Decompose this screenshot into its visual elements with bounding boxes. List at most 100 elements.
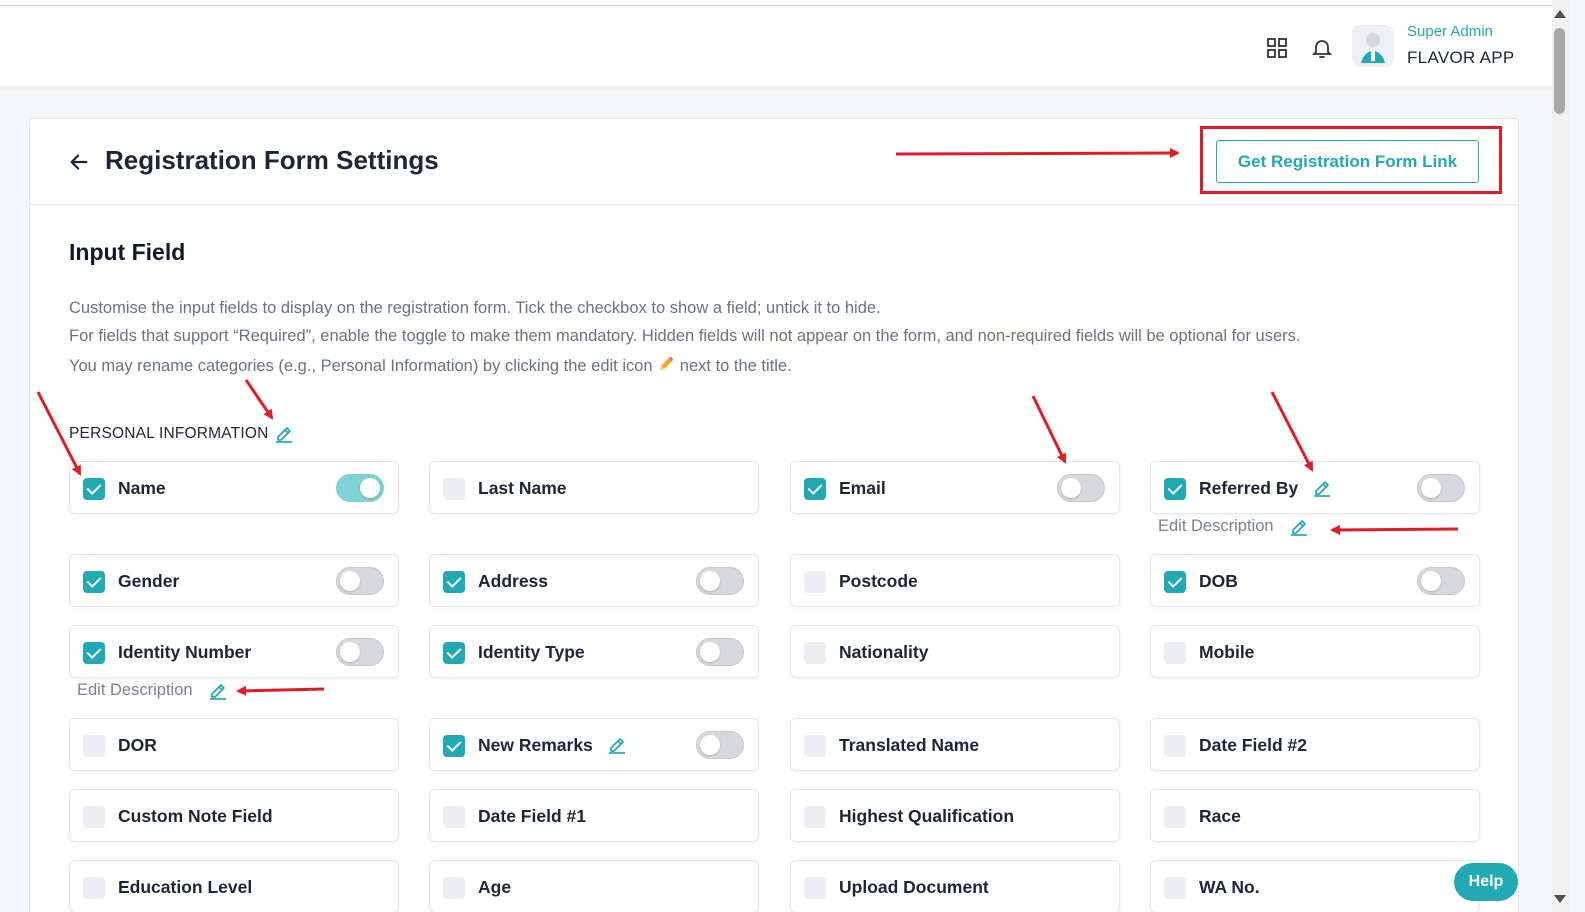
back-arrow-icon[interactable]: [68, 151, 90, 173]
field-card-upload-document: Upload Document: [790, 860, 1120, 912]
checkbox-date-field-1[interactable]: [443, 806, 465, 828]
required-toggle-email[interactable]: [1057, 474, 1105, 502]
field-card-name: Name: [69, 461, 399, 514]
description-line-3-end: next to the title.: [679, 357, 792, 375]
checkbox-identity-number[interactable]: [83, 642, 105, 664]
scroll-up-arrow[interactable]: [1554, 10, 1566, 18]
field-card-race: Race: [1150, 789, 1480, 842]
checkbox-age[interactable]: [443, 877, 465, 899]
checkbox-name[interactable]: [83, 478, 105, 500]
checkbox-highest-qualification[interactable]: [804, 806, 826, 828]
edit-icon-referred-by[interactable]: [1312, 477, 1332, 497]
checkbox-race[interactable]: [1164, 806, 1186, 828]
referred-by-description-edit-icon[interactable]: [1289, 516, 1309, 536]
grid-icon[interactable]: [1265, 36, 1289, 60]
settings-card: Registration Form Settings Get Registrat…: [29, 118, 1519, 912]
field-card-translated-name: Translated Name: [790, 718, 1120, 771]
edit-description-label: Edit Description: [77, 681, 193, 699]
checkbox-gender[interactable]: [83, 571, 105, 593]
checkbox-education-level[interactable]: [83, 877, 105, 899]
field-card-mobile: Mobile: [1150, 625, 1480, 678]
page-title: Registration Form Settings: [105, 145, 439, 175]
scrollbar-track[interactable]: [1552, 0, 1569, 912]
checkbox-postcode[interactable]: [804, 571, 826, 593]
description-line-1: Customise the input fields to display on…: [69, 299, 881, 317]
pencil-emoji-icon: [659, 356, 674, 371]
required-toggle-dob[interactable]: [1417, 567, 1465, 595]
avatar[interactable]: [1352, 25, 1394, 67]
field-label-identity-number: Identity Number: [118, 642, 252, 662]
field-card-postcode: Postcode: [790, 554, 1120, 607]
checkbox-date-field-2[interactable]: [1164, 735, 1186, 757]
required-toggle-identity-type[interactable]: [696, 638, 744, 666]
required-toggle-identity-number[interactable]: [336, 638, 384, 666]
field-label-referred-by: Referred By: [1199, 478, 1299, 498]
field-label-date-field-1: Date Field #1: [478, 806, 586, 826]
description-line-2: For fields that support “Required”, enab…: [69, 327, 1301, 345]
scroll-down-arrow[interactable]: [1554, 895, 1566, 903]
checkbox-referred-by[interactable]: [1164, 478, 1186, 500]
checkbox-wa-no[interactable]: [1164, 877, 1186, 899]
field-card-date-field-2: Date Field #2: [1150, 718, 1480, 771]
referred-by-edit-description[interactable]: Edit Description: [1158, 517, 1274, 536]
field-label-dob: DOB: [1199, 571, 1238, 591]
field-label-gender: Gender: [118, 571, 180, 591]
field-card-nationality: Nationality: [790, 625, 1120, 678]
annotation-highlight-box: [1200, 126, 1502, 194]
field-card-age: Age: [429, 860, 759, 912]
section-title: Input Field: [69, 239, 186, 265]
field-card-highest-qualification: Highest Qualification: [790, 789, 1120, 842]
identity-number-edit-description[interactable]: Edit Description: [77, 681, 193, 700]
field-card-email: Email: [790, 461, 1120, 514]
app-header: Super Admin FLAVOR APP: [0, 6, 1552, 86]
checkbox-last-name[interactable]: [443, 478, 465, 500]
required-toggle-address[interactable]: [696, 567, 744, 595]
user-role[interactable]: Super Admin: [1407, 23, 1493, 40]
checkbox-translated-name[interactable]: [804, 735, 826, 757]
field-card-dor: DOR: [69, 718, 399, 771]
checkbox-address[interactable]: [443, 571, 465, 593]
category-edit-icon[interactable]: [274, 423, 294, 443]
checkbox-custom-note-field[interactable]: [83, 806, 105, 828]
field-label-email: Email: [839, 478, 886, 498]
checkbox-identity-type[interactable]: [443, 642, 465, 664]
edit-icon-new-remarks[interactable]: [607, 734, 627, 754]
field-card-last-name: Last Name: [429, 461, 759, 514]
field-label-custom-note-field: Custom Note Field: [118, 806, 273, 826]
field-label-race: Race: [1199, 806, 1241, 826]
bell-icon[interactable]: [1310, 36, 1334, 60]
field-card-date-field-1: Date Field #1: [429, 789, 759, 842]
identity-number-description-edit-icon[interactable]: [208, 680, 228, 700]
field-card-gender: Gender: [69, 554, 399, 607]
field-label-nationality: Nationality: [839, 642, 929, 662]
required-toggle-name[interactable]: [336, 474, 384, 502]
field-card-dob: DOB: [1150, 554, 1480, 607]
checkbox-mobile[interactable]: [1164, 642, 1186, 664]
checkbox-upload-document[interactable]: [804, 877, 826, 899]
app-name[interactable]: FLAVOR APP: [1407, 48, 1515, 68]
field-label-upload-document: Upload Document: [839, 877, 989, 897]
field-label-translated-name: Translated Name: [839, 735, 980, 755]
scrollbar-thumb[interactable]: [1554, 28, 1565, 114]
checkbox-email[interactable]: [804, 478, 826, 500]
required-toggle-referred-by[interactable]: [1417, 474, 1465, 502]
field-card-referred-by: Referred By: [1150, 461, 1480, 514]
field-card-identity-type: Identity Type: [429, 625, 759, 678]
field-label-age: Age: [478, 877, 512, 897]
required-toggle-new-remarks[interactable]: [696, 731, 744, 759]
field-label-highest-qualification: Highest Qualification: [839, 806, 1015, 826]
checkbox-dob[interactable]: [1164, 571, 1186, 593]
field-card-custom-note-field: Custom Note Field: [69, 789, 399, 842]
field-label-mobile: Mobile: [1199, 642, 1255, 662]
field-label-last-name: Last Name: [478, 478, 567, 498]
checkbox-new-remarks[interactable]: [443, 735, 465, 757]
help-button[interactable]: Help: [1454, 863, 1518, 901]
checkbox-nationality[interactable]: [804, 642, 826, 664]
field-label-education-level: Education Level: [118, 877, 253, 897]
field-label-name: Name: [118, 478, 166, 498]
category-label: PERSONAL INFORMATION: [69, 425, 269, 442]
field-label-new-remarks: New Remarks: [478, 735, 593, 755]
field-card-identity-number: Identity Number: [69, 625, 399, 678]
required-toggle-gender[interactable]: [336, 567, 384, 595]
checkbox-dor[interactable]: [83, 735, 105, 757]
